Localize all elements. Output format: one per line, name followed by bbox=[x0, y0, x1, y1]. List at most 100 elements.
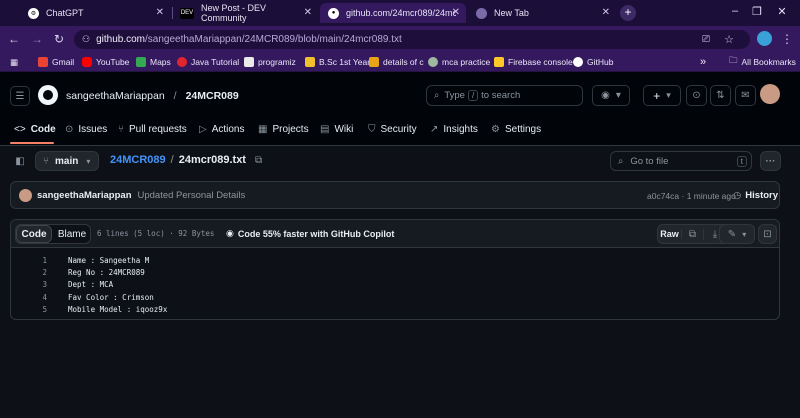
reload-icon[interactable]: ↻ bbox=[52, 32, 66, 46]
tab-insights[interactable]: ↗ Insights bbox=[430, 121, 478, 137]
active-tab-indicator bbox=[10, 142, 54, 144]
close-tab-icon[interactable]: ✕ bbox=[452, 7, 460, 18]
more-bookmarks-chevron-icon[interactable]: » bbox=[700, 55, 706, 69]
line-number[interactable]: 3 bbox=[11, 280, 47, 289]
tab-wiki[interactable]: ▤ Wiki bbox=[320, 121, 353, 137]
url-host: github.com bbox=[96, 34, 145, 45]
bookmark-mca-practice[interactable]: mca practice bbox=[428, 55, 490, 69]
tab-code[interactable]: <> Code bbox=[14, 121, 56, 137]
pull-requests-icon-button[interactable]: ⇅ bbox=[710, 85, 731, 106]
bookmark-star-icon[interactable]: ☆ bbox=[724, 33, 734, 46]
copy-raw-icon[interactable]: ⧉ bbox=[682, 228, 704, 240]
tab-security[interactable]: ⛉ Security bbox=[368, 121, 417, 137]
bookmark-firebase-console[interactable]: Firebase console bbox=[494, 55, 573, 69]
install-app-icon[interactable]: ⎚ bbox=[702, 34, 710, 45]
close-tab-icon[interactable]: ✕ bbox=[602, 7, 610, 18]
line-number[interactable]: 4 bbox=[11, 293, 47, 302]
details-of-c-icon bbox=[369, 57, 379, 67]
browser-tab-strip: ⚙ ChatGPT ✕ DEV New Post - DEV Community… bbox=[0, 0, 800, 26]
file-name: 24mcr089.txt bbox=[178, 154, 246, 166]
new-tab-favicon-icon bbox=[476, 7, 487, 19]
history-button[interactable]: ◷ History bbox=[733, 190, 778, 201]
bookmark-programiz[interactable]: programiz bbox=[244, 55, 296, 69]
close-window-icon[interactable]: ✕ bbox=[772, 5, 792, 18]
repo-breadcrumb: sangeethaMariappan / 24MCR089 bbox=[66, 90, 239, 102]
user-avatar[interactable] bbox=[760, 84, 780, 104]
all-bookmarks-folder[interactable]: 🗀 All Bookmarks bbox=[729, 55, 796, 69]
play-icon: ▷ bbox=[199, 123, 207, 135]
github-header: ☰ sangeethaMariappan / 24MCR089 ⌕ Type /… bbox=[0, 72, 800, 146]
programiz-icon bbox=[244, 57, 254, 67]
close-tab-icon[interactable]: ✕ bbox=[156, 7, 164, 18]
forward-arrow-icon[interactable]: → bbox=[30, 32, 44, 46]
owner-link[interactable]: sangeethaMariappan bbox=[66, 90, 165, 102]
code-view-tab[interactable]: Code bbox=[16, 225, 52, 243]
browser-tab-chatgpt[interactable]: ⚙ ChatGPT ✕ bbox=[20, 3, 170, 23]
browser-tab-dev[interactable]: DEV New Post - DEV Community ✕ bbox=[172, 3, 318, 23]
bookmarks-bar: ▦ Gmail YouTube Maps Java Tutorial progr… bbox=[0, 52, 800, 72]
tab-issues[interactable]: ⊙ Issues bbox=[65, 121, 107, 137]
bookmark-bsc-1st-year[interactable]: B.Sc 1st Year bbox=[305, 55, 370, 69]
repo-name-link[interactable]: 24MCR089 bbox=[186, 90, 239, 102]
copilot-promo-link[interactable]: ◉ Code 55% faster with GitHub Copilot bbox=[226, 228, 394, 239]
inbox-icon-button[interactable]: ✉ bbox=[735, 85, 756, 106]
tab-settings[interactable]: ⚙ Settings bbox=[491, 121, 541, 137]
apps-grid-icon[interactable]: ▦ bbox=[10, 55, 18, 69]
chevron-down-icon: ▾ bbox=[615, 90, 621, 101]
bookmark-details-of-c[interactable]: details of c bbox=[369, 55, 424, 69]
more-options-button[interactable]: ··· bbox=[760, 151, 781, 171]
browser-menu-icon[interactable]: ⋮ bbox=[780, 32, 794, 46]
site-info-icon[interactable]: ⚇ bbox=[82, 34, 90, 45]
code-line: 2 Reg No : 24MCR089 bbox=[11, 266, 144, 278]
blame-view-tab[interactable]: Blame bbox=[54, 225, 90, 243]
bookmark-java-tutorial[interactable]: Java Tutorial bbox=[177, 55, 239, 69]
bookmark-github[interactable]: GitHub bbox=[573, 55, 613, 69]
folder-icon: 🗀 bbox=[729, 55, 738, 65]
copilot-icon: ◉ bbox=[601, 90, 610, 101]
chevron-down-icon: ▾ bbox=[86, 156, 91, 166]
profile-avatar-icon[interactable] bbox=[757, 31, 772, 46]
commit-message-link[interactable]: Updated Personal Details bbox=[138, 190, 246, 201]
side-panel-toggle-icon[interactable]: ◧ bbox=[10, 151, 30, 171]
edit-file-button[interactable]: ✎ ▾ bbox=[719, 224, 755, 244]
java-tutorial-icon bbox=[177, 57, 187, 67]
repo-root-link[interactable]: 24MCR089 bbox=[110, 154, 166, 166]
github-logo-icon[interactable] bbox=[38, 85, 58, 105]
symbols-panel-icon[interactable]: ⊡ bbox=[758, 224, 777, 244]
copilot-button[interactable]: ◉ ▾ bbox=[592, 85, 630, 106]
code-line: 4 Fav Color : Crimson bbox=[11, 291, 153, 303]
line-number[interactable]: 1 bbox=[11, 256, 47, 265]
book-icon: ▤ bbox=[320, 123, 330, 135]
tab-pull-requests[interactable]: ⑂ Pull requests bbox=[118, 121, 187, 137]
hamburger-menu-button[interactable]: ☰ bbox=[10, 86, 30, 106]
line-number[interactable]: 5 bbox=[11, 305, 47, 314]
author-avatar[interactable] bbox=[19, 189, 32, 202]
tab-actions[interactable]: ▷ Actions bbox=[199, 121, 245, 137]
latest-commit-bar: sangeethaMariappan Updated Personal Deta… bbox=[10, 181, 780, 209]
global-search-input[interactable]: ⌕ Type / to search bbox=[426, 85, 583, 106]
back-arrow-icon[interactable]: ← bbox=[7, 32, 21, 46]
issues-icon-button[interactable]: ⊙ bbox=[686, 85, 707, 106]
commit-hash-time[interactable]: a0c74ca · 1 minute ago bbox=[647, 191, 736, 201]
go-to-file-input[interactable]: ⌕ Go to file t bbox=[610, 151, 752, 171]
new-tab-button[interactable]: + bbox=[620, 5, 636, 21]
browser-tab-github[interactable]: ● github.com/24mcr089/24mcr089.txt at ma… bbox=[320, 3, 466, 23]
copy-path-icon[interactable]: ⧉ bbox=[255, 155, 262, 166]
bookmark-maps[interactable]: Maps bbox=[136, 55, 171, 69]
minimize-window-icon[interactable]: – bbox=[725, 5, 745, 17]
code-line: 5 Mobile Model : iqooz9x bbox=[11, 303, 167, 315]
restore-window-icon[interactable]: ❐ bbox=[747, 5, 767, 18]
close-tab-icon[interactable]: ✕ bbox=[304, 7, 312, 18]
bookmark-gmail[interactable]: Gmail bbox=[38, 55, 74, 69]
view-mode-toggle: Code Blame bbox=[15, 224, 91, 244]
create-new-button[interactable]: + ▾ bbox=[643, 85, 681, 106]
raw-button[interactable]: Raw bbox=[658, 229, 682, 239]
branch-select-button[interactable]: ⑂ main ▾ bbox=[35, 151, 99, 171]
code-icon: <> bbox=[14, 123, 26, 135]
commit-author-link[interactable]: sangeethaMariappan bbox=[37, 190, 132, 201]
tab-projects[interactable]: ▦ Projects bbox=[258, 121, 309, 137]
line-number[interactable]: 2 bbox=[11, 268, 47, 277]
address-bar[interactable]: ⚇ github.com/sangeethaMariappan/24MCR089… bbox=[74, 30, 750, 49]
browser-tab-new-tab[interactable]: New Tab ✕ bbox=[468, 3, 616, 23]
bookmark-youtube[interactable]: YouTube bbox=[82, 55, 129, 69]
